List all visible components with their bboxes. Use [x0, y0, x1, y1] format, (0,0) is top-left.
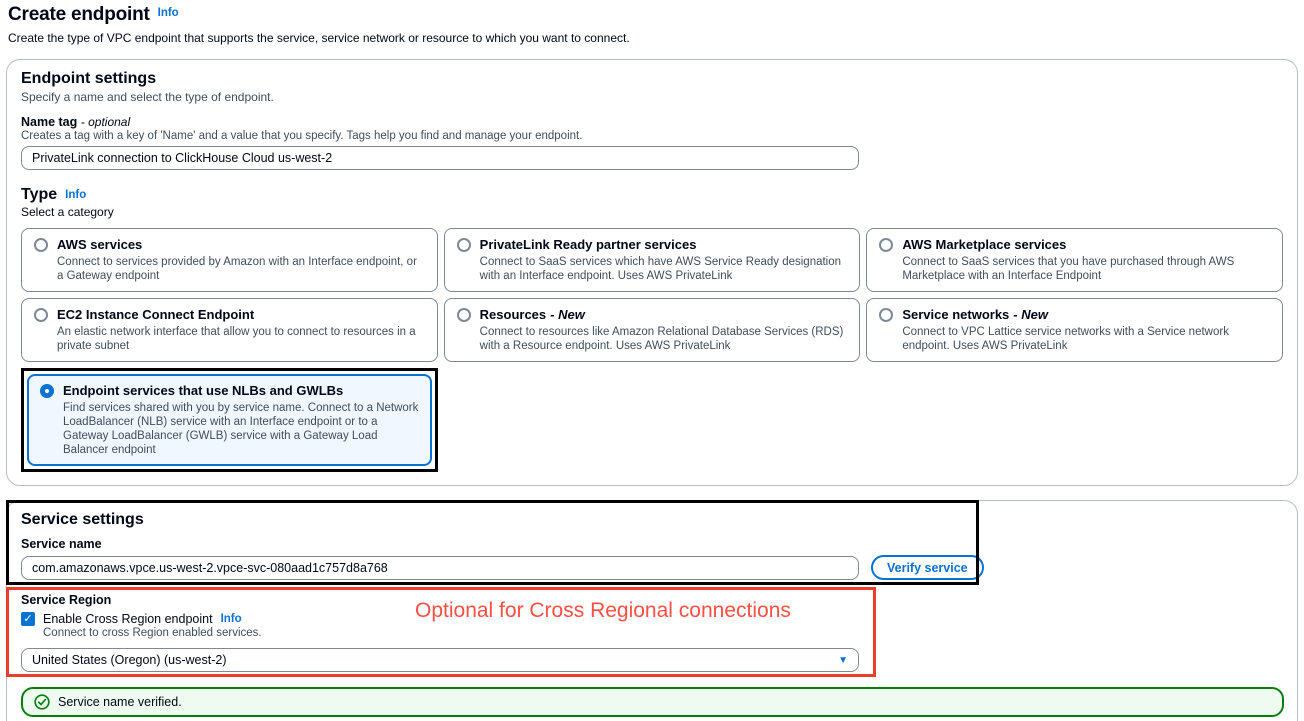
endpoint-settings-description: Specify a name and select the type of en…	[21, 90, 1283, 104]
service-verified-text: Service name verified.	[58, 695, 182, 709]
option-description: Connect to services provided by Amazon w…	[57, 255, 425, 283]
cross-region-info-link[interactable]: Info	[221, 613, 242, 625]
radio-icon[interactable]	[879, 238, 893, 252]
name-tag-optional: - optional	[81, 115, 130, 129]
option-description: An elastic network interface that allow …	[57, 325, 425, 353]
option-title: PrivateLink Ready partner services	[480, 237, 697, 252]
option-title: EC2 Instance Connect Endpoint	[57, 307, 254, 322]
radio-checked-icon[interactable]	[40, 384, 54, 398]
type-option-privatelink-partner-services[interactable]: PrivateLink Ready partner services Conne…	[444, 228, 861, 292]
service-region-selected-value: United States (Oregon) (us-west-2)	[32, 653, 227, 667]
name-tag-label: Name tag - optional	[21, 115, 1283, 129]
page-title: Create endpoint	[8, 4, 150, 26]
checkbox-checked-icon[interactable]: ✓	[21, 612, 35, 626]
name-tag-input[interactable]	[21, 146, 859, 170]
radio-icon[interactable]	[34, 308, 48, 322]
enable-cross-region-label[interactable]: Enable Cross Region endpoint	[43, 612, 213, 626]
name-tag-help: Creates a tag with a key of 'Name' and a…	[21, 130, 1283, 142]
chevron-down-icon: ▼	[838, 655, 848, 666]
type-option-resources[interactable]: Resources- New Connect to resources like…	[444, 298, 861, 362]
service-settings-heading: Service settings	[21, 511, 1283, 529]
service-name-input[interactable]	[21, 556, 859, 580]
option-title: Resources	[480, 307, 546, 322]
type-description: Select a category	[21, 205, 1283, 219]
option-description: Connect to SaaS services that you have p…	[902, 255, 1270, 283]
success-check-icon	[34, 694, 50, 710]
create-endpoint-page: Create endpoint Info Create the type of …	[0, 0, 1304, 721]
service-region-select[interactable]: United States (Oregon) (us-west-2) ▼	[21, 648, 859, 672]
type-option-aws-services[interactable]: AWS services Connect to services provide…	[21, 228, 438, 292]
option-title: AWS services	[57, 237, 142, 252]
type-info-link[interactable]: Info	[65, 189, 86, 201]
service-settings-card: Optional for Cross Regional connections …	[6, 500, 1298, 721]
verify-service-button[interactable]: Verify service	[871, 555, 984, 580]
type-header: Type Info	[21, 186, 1283, 204]
page-header: Create endpoint Info	[6, 4, 1298, 26]
radio-icon[interactable]	[34, 238, 48, 252]
type-option-aws-marketplace-services[interactable]: AWS Marketplace services Connect to SaaS…	[866, 228, 1283, 292]
page-title-info-link[interactable]: Info	[158, 7, 179, 19]
option-title: Service networks	[902, 307, 1009, 322]
type-option-ec2-instance-connect-endpoint[interactable]: EC2 Instance Connect Endpoint An elastic…	[21, 298, 438, 362]
type-option-service-networks[interactable]: Service networks- New Connect to VPC Lat…	[866, 298, 1283, 362]
service-verified-alert: Service name verified.	[21, 687, 1284, 717]
annotation-red-text: Optional for Cross Regional connections	[415, 599, 791, 623]
option-description: Find services shared with you by service…	[63, 401, 419, 457]
radio-icon[interactable]	[457, 238, 471, 252]
cross-region-help: Connect to cross Region enabled services…	[43, 627, 1283, 639]
option-title: Endpoint services that use NLBs and GWLB…	[63, 383, 343, 398]
endpoint-settings-heading: Endpoint settings	[21, 70, 1283, 88]
option-description: Connect to SaaS services which have AWS …	[480, 255, 848, 283]
type-heading: Type	[21, 186, 57, 204]
annotation-black-box-selected-type: Endpoint services that use NLBs and GWLB…	[21, 368, 438, 472]
radio-icon[interactable]	[457, 308, 471, 322]
option-description: Connect to VPC Lattice service networks …	[902, 325, 1270, 353]
radio-icon[interactable]	[879, 308, 893, 322]
service-name-label: Service name	[21, 537, 1283, 551]
service-name-row: Verify service	[21, 555, 1283, 580]
type-option-endpoint-services-nlb-gwlb[interactable]: Endpoint services that use NLBs and GWLB…	[27, 374, 432, 466]
option-description: Connect to resources like Amazon Relatio…	[480, 325, 848, 353]
type-option-grid: AWS services Connect to services provide…	[21, 228, 1283, 472]
option-title: AWS Marketplace services	[902, 237, 1066, 252]
page-subtitle: Create the type of VPC endpoint that sup…	[8, 31, 1298, 45]
endpoint-settings-card: Endpoint settings Specify a name and sel…	[6, 59, 1298, 486]
